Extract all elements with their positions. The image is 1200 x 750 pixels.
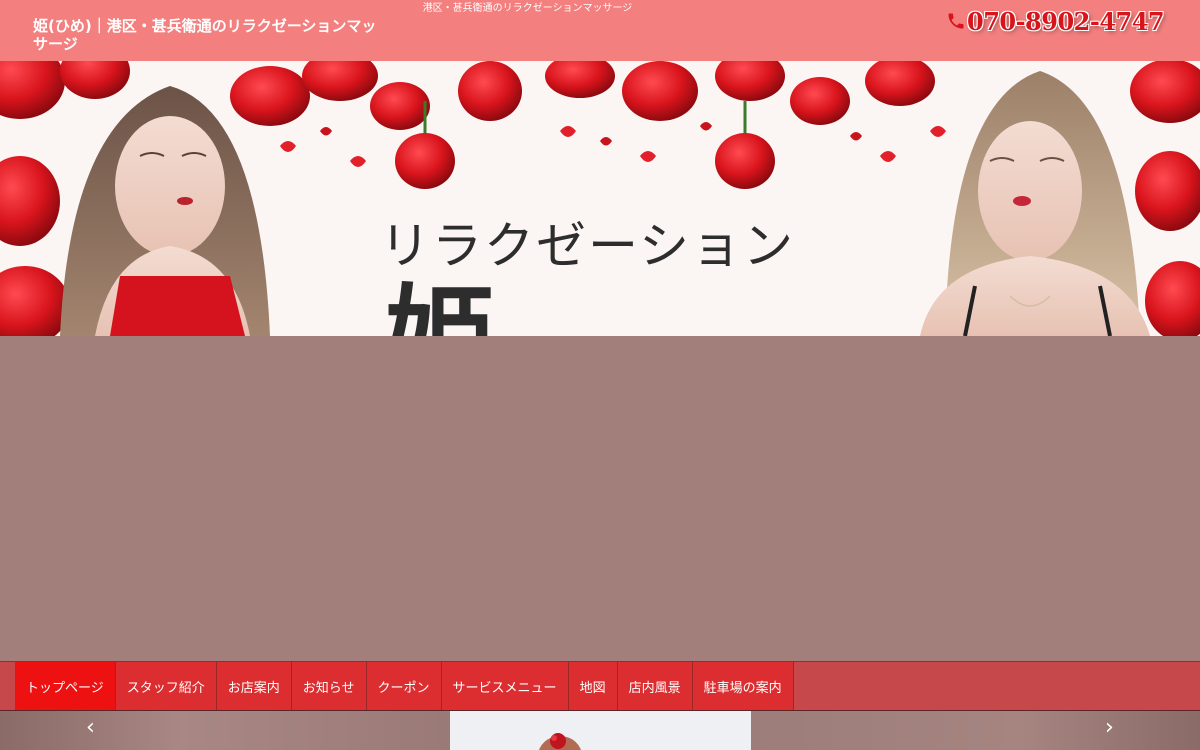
slide-next-preview [751,711,1200,750]
hero-banner: リラクゼーション 姫 [0,61,1200,336]
site-header: 港区・甚兵衛通のリラクゼーションマッサージ 姫(ひめ)｜港区・甚兵衛通のリラクゼ… [0,0,1200,61]
global-nav: トップページ スタッフ紹介 お店案内 お知らせ クーポン サービスメニュー 地図… [0,661,1200,711]
nav-item-top[interactable]: トップページ [15,662,116,710]
nav-item-staff[interactable]: スタッフ紹介 [115,662,217,710]
phone-link[interactable]: 070-8902-4747 [946,5,1165,37]
nav-item-shop-info[interactable]: お店案内 [216,662,292,710]
site-title-link[interactable]: 姫(ひめ)｜港区・甚兵衛通のリラクゼーションマッサージ [33,17,378,53]
nav-item-interior[interactable]: 店内風景 [617,662,693,710]
phone-icon [948,13,964,29]
nav-menu: トップページ スタッフ紹介 お店案内 お知らせ クーポン サービスメニュー 地図… [15,662,794,710]
nav-item-coupon[interactable]: クーポン [366,662,442,710]
nav-item-service-menu[interactable]: サービスメニュー [441,662,569,710]
nav-item-map[interactable]: 地図 [568,662,618,710]
hero-big-text: 姫 [385,283,495,336]
main-content-area [0,336,1200,661]
phone-number: 070-8902-4747 [967,6,1165,36]
site-tagline: 港区・甚兵衛通のリラクゼーションマッサージ [422,3,633,14]
hero-heading: リラクゼーション [380,217,795,275]
slide-prev-preview [0,711,450,750]
hero-illustration [0,61,1200,336]
slide-photo [539,733,581,750]
slider-next-arrow-icon[interactable]: › [1105,715,1114,741]
slider-prev-arrow-icon[interactable]: ‹ [86,715,95,741]
slide-current [450,711,751,750]
nav-item-parking[interactable]: 駐車場の案内 [692,662,794,710]
image-slider: ‹ › [0,711,1200,750]
nav-item-news[interactable]: お知らせ [291,662,367,710]
